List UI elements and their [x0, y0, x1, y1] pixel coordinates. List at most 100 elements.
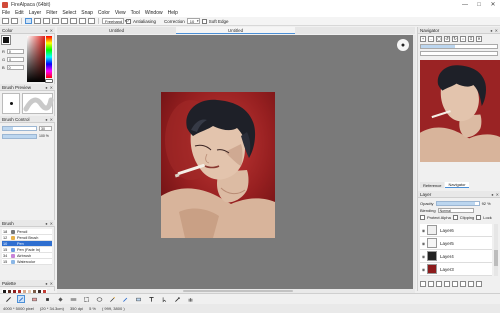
close-icon[interactable]: ✕	[486, 0, 500, 9]
pin-icon[interactable]: ●	[490, 28, 492, 33]
pin-icon[interactable]: ●	[45, 221, 47, 226]
menu-help[interactable]: Help	[168, 10, 178, 16]
lasso-tool-icon[interactable]	[95, 295, 103, 303]
layer-scroll-thumb[interactable]	[494, 250, 498, 266]
navigator-preview[interactable]	[420, 60, 500, 162]
red-field[interactable]: 0	[6, 49, 24, 54]
canvas-area[interactable]: ●	[57, 35, 415, 289]
hue-slider[interactable]	[46, 36, 52, 78]
menu-color[interactable]: Color	[98, 10, 110, 16]
pin-icon[interactable]: ●	[491, 192, 493, 197]
clear-layer-icon[interactable]	[460, 281, 466, 287]
menu-window[interactable]: Window	[145, 10, 163, 16]
snap-3d-icon[interactable]	[88, 18, 95, 24]
select-tool-icon[interactable]	[82, 295, 90, 303]
menu-snap[interactable]: Snap	[81, 10, 93, 16]
hand-tool-icon[interactable]	[186, 295, 194, 303]
delete-layer-icon[interactable]	[468, 281, 474, 287]
layer-row[interactable]: ◉ Layer6	[420, 224, 492, 237]
navigator-tool-icon[interactable]: ⇕	[468, 36, 474, 42]
blending-select[interactable]: Normal	[437, 208, 474, 213]
pin-icon[interactable]: ●	[45, 281, 47, 286]
pin-icon[interactable]: ●	[45, 85, 47, 90]
layer-row[interactable]: ◉ Layer5	[420, 237, 492, 250]
menu-select[interactable]: Select	[62, 10, 76, 16]
menu-file[interactable]: File	[2, 10, 10, 16]
eye-icon[interactable]: ◉	[420, 241, 427, 246]
close-icon[interactable]: ✕	[50, 85, 53, 90]
pin-icon[interactable]: ●	[45, 117, 47, 122]
new-layer-icon[interactable]	[420, 281, 426, 287]
document-canvas[interactable]	[161, 92, 275, 238]
duplicate-layer-icon[interactable]	[444, 281, 450, 287]
layer-opacity-slider[interactable]	[435, 201, 480, 206]
new-layer-8bit-icon[interactable]	[428, 281, 434, 287]
close-icon[interactable]: ✕	[496, 192, 499, 197]
eraser-tool-icon[interactable]	[30, 295, 38, 303]
snap-crisscross-icon[interactable]	[43, 18, 50, 24]
snap-mode-select[interactable]: Freehand▼	[102, 18, 127, 24]
navigator-tool-icon[interactable]: ✕	[476, 36, 482, 42]
brush-opacity-slider[interactable]	[2, 134, 37, 139]
vertical-scrollbar[interactable]	[413, 35, 416, 289]
pen-tool-icon[interactable]	[4, 295, 12, 303]
minimize-icon[interactable]: —	[458, 0, 472, 9]
select-eraser-tool-icon[interactable]	[134, 295, 142, 303]
maximize-icon[interactable]: □	[472, 0, 486, 9]
navigator-rotation-slider[interactable]	[420, 51, 498, 56]
close-icon[interactable]: ✕	[50, 221, 53, 226]
eye-icon[interactable]: ◉	[420, 254, 427, 259]
select-pen-tool-icon[interactable]	[121, 295, 129, 303]
eye-icon[interactable]: ◉	[420, 228, 427, 233]
soft-edge-checkbox[interactable]	[201, 18, 207, 24]
menu-view[interactable]: View	[115, 10, 126, 16]
brush-tool-icon[interactable]	[17, 295, 25, 303]
menu-tool[interactable]: Tool	[131, 10, 140, 16]
menu-edit[interactable]: Edit	[15, 10, 24, 16]
merge-down-icon[interactable]	[452, 281, 458, 287]
navigator-zoom-slider[interactable]	[420, 44, 498, 49]
green-field[interactable]: 0	[7, 57, 25, 62]
saturation-value-picker[interactable]	[27, 36, 45, 82]
eyedropper-tool-icon[interactable]	[173, 295, 181, 303]
blue-field[interactable]: 0	[6, 65, 24, 70]
dot-tool-icon[interactable]	[43, 295, 51, 303]
tab-reference[interactable]: Reference	[420, 182, 445, 188]
correction-select[interactable]: 10 ▼	[186, 18, 200, 24]
layer-properties-icon[interactable]	[476, 281, 482, 287]
antialiasing-checkbox[interactable]: ✓	[126, 18, 131, 24]
tab-untitled-1[interactable]: Untitled	[57, 27, 176, 34]
pin-icon[interactable]: ●	[45, 28, 47, 33]
redo-icon[interactable]	[11, 18, 18, 24]
close-icon[interactable]: ✕	[50, 28, 53, 33]
navigator-tool-icon[interactable]: ↻	[452, 36, 458, 42]
tab-navigator[interactable]: Navigator	[445, 182, 469, 188]
snap-radial-icon[interactable]	[61, 18, 68, 24]
snap-vanishing-icon[interactable]	[52, 18, 59, 24]
magic-wand-tool-icon[interactable]	[108, 295, 116, 303]
menu-layer[interactable]: Layer	[29, 10, 42, 16]
snap-parallel-icon[interactable]	[34, 18, 41, 24]
navigator-tool-icon[interactable]: ↺	[444, 36, 450, 42]
navigator-tool-icon[interactable]: -	[428, 36, 434, 42]
brush-size-slider[interactable]	[2, 126, 37, 131]
navigator-tool-icon[interactable]: +	[420, 36, 426, 42]
close-icon[interactable]: ✕	[50, 281, 53, 286]
horizontal-scroll-thumb[interactable]	[183, 290, 293, 292]
tab-untitled-2[interactable]: Untitled	[176, 27, 295, 34]
close-icon[interactable]: ✕	[50, 117, 53, 122]
snap-off-icon[interactable]	[25, 18, 32, 24]
layer-row[interactable]: ◉ Layer3	[420, 263, 492, 276]
navigator-tool-icon[interactable]: ⇔	[460, 36, 466, 42]
foreground-color-swatch[interactable]	[1, 35, 11, 45]
brush-size-value[interactable]: 30	[39, 126, 52, 131]
gradient-tool-icon[interactable]	[69, 295, 77, 303]
eye-icon[interactable]: ◉	[420, 267, 427, 272]
close-icon[interactable]: ✕	[495, 28, 498, 33]
snap-curve-icon[interactable]	[79, 18, 86, 24]
new-folder-icon[interactable]	[436, 281, 442, 287]
snap-circle-icon[interactable]	[70, 18, 77, 24]
operation-tool-icon[interactable]	[160, 295, 168, 303]
protect-alpha-checkbox[interactable]	[420, 215, 425, 220]
navigator-tool-icon[interactable]: ◻	[436, 36, 442, 42]
